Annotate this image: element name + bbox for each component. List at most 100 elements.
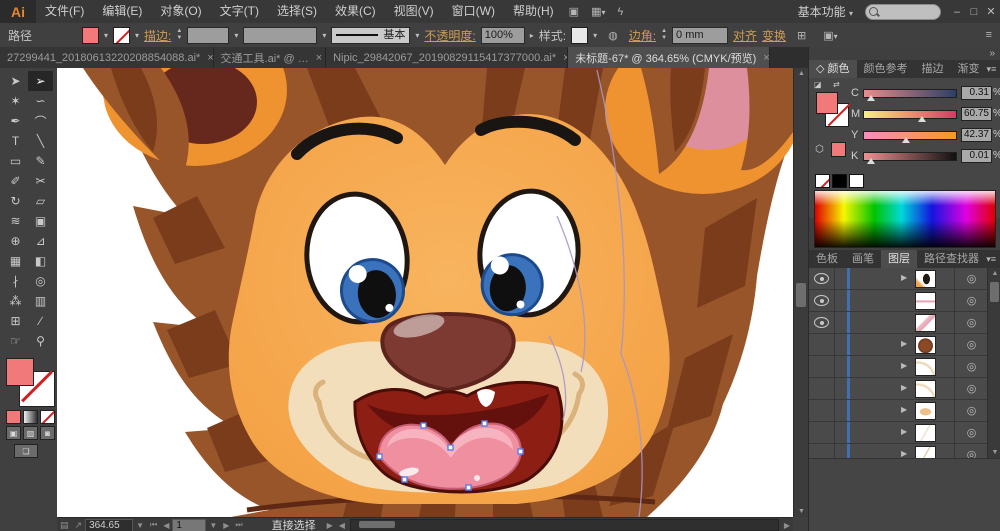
constrain-proportions-icon[interactable]: ⊞ (791, 29, 812, 42)
slider-track[interactable] (863, 131, 957, 140)
mesh-tool[interactable]: ▦ (3, 251, 28, 271)
pencil-tool[interactable]: ✐ (3, 171, 28, 191)
profile-caret[interactable]: ▾ (322, 31, 326, 40)
scissors-tool[interactable]: ✂ (28, 171, 53, 191)
arrange-documents-icon[interactable]: ▦▾ (585, 5, 611, 18)
type-tool[interactable]: T (3, 131, 28, 151)
visibility-toggle[interactable] (809, 268, 835, 289)
color-tab-3[interactable]: 描边 (915, 60, 951, 78)
scroll-up-icon[interactable]: ▲ (794, 70, 809, 77)
panel-tab-3[interactable]: 图层 (881, 250, 917, 268)
layer-row[interactable]: ◎ (809, 290, 987, 312)
draw-normal-button[interactable]: ▣ (6, 426, 21, 440)
layer-thumbnail[interactable] (915, 336, 936, 354)
layer-row[interactable]: ▶◎ (809, 422, 987, 444)
artboard-number-field[interactable]: 1 (172, 519, 206, 531)
horizontal-scrollbar[interactable] (350, 519, 779, 531)
visibility-toggle[interactable] (809, 334, 835, 355)
artboard-canvas[interactable] (57, 68, 793, 517)
layer-target-icon[interactable]: ◎ (954, 312, 988, 333)
none-mode-button[interactable] (40, 410, 55, 424)
layer-target-icon[interactable]: ◎ (954, 400, 988, 421)
zoom-level-field[interactable]: 364.65 (85, 519, 133, 531)
direct-selection-tool[interactable]: ➢ (28, 71, 53, 91)
fill-color-swatch[interactable] (82, 27, 99, 44)
expand-triangle-icon[interactable]: ▶ (901, 361, 907, 370)
color-tab-1[interactable]: ◇ 颜色 (809, 60, 857, 78)
visibility-toggle[interactable] (809, 290, 835, 311)
layer-thumbnail[interactable] (915, 358, 936, 376)
layer-thumbnail[interactable] (915, 380, 936, 398)
document-tab[interactable]: 27299441_20180613220208854088.ai*× (0, 47, 214, 68)
restore-button[interactable]: □ (966, 6, 982, 18)
hand-tool[interactable]: ☞ (3, 331, 28, 351)
visibility-toggle[interactable] (809, 312, 835, 333)
channel-value-field[interactable]: 0.31 (961, 86, 992, 100)
selection-tool[interactable]: ➤ (3, 71, 28, 91)
rectangle-tool[interactable]: ▭ (3, 151, 28, 171)
fill-swatch[interactable] (6, 358, 34, 386)
menu-item[interactable]: 窗口(W) (443, 0, 504, 23)
next-artboard-icon[interactable]: ▶ (220, 521, 232, 530)
rotate-tool[interactable]: ↻ (3, 191, 28, 211)
layer-target-icon[interactable]: ◎ (954, 334, 988, 355)
menu-item[interactable]: 编辑(E) (93, 0, 151, 23)
closest-web-color-swatch[interactable] (831, 142, 846, 157)
minimize-button[interactable]: – (949, 6, 965, 18)
gradient-mode-button[interactable] (23, 410, 38, 424)
slice-tool[interactable]: ∕ (28, 311, 53, 331)
stroke-panel-link[interactable]: 描边: (144, 27, 171, 44)
layer-row[interactable]: ▶◎ (809, 356, 987, 378)
document-tab[interactable]: 交通工具.ai* @ …× (214, 47, 327, 68)
line-segment-tool[interactable]: ╲ (28, 131, 53, 151)
color-tab-2[interactable]: 颜色参考 (857, 60, 915, 78)
variable-width-profile[interactable] (243, 27, 317, 44)
stroke-color-swatch[interactable] (113, 27, 130, 44)
expand-triangle-icon[interactable]: ▶ (901, 273, 907, 282)
stroke-weight-field[interactable] (187, 27, 229, 44)
channel-value-field[interactable]: 42.37 (961, 128, 992, 142)
slider-track[interactable] (863, 89, 957, 98)
status-grid-icon[interactable]: ▤ (57, 520, 72, 531)
panel-menu-icon[interactable]: ▾≡ (987, 60, 1000, 78)
workspace-switcher[interactable]: 基本功能 ▾ (798, 3, 853, 20)
style-caret[interactable]: ▾ (593, 31, 597, 40)
document-tab[interactable]: Nipic_29842067_20190829115417377000.ai*× (326, 47, 568, 68)
color-mode-button[interactable] (6, 410, 21, 424)
opacity-link[interactable]: 不透明度: (424, 27, 475, 44)
vscroll-thumb[interactable] (796, 283, 806, 307)
swap-colors-icon[interactable]: ⇄ (833, 80, 840, 89)
lion-mouth[interactable] (355, 382, 562, 492)
color-panel-fill-swatch[interactable] (816, 92, 838, 114)
channel-value-field[interactable]: 60.75 (961, 107, 992, 121)
column-graph-tool[interactable]: ▥ (28, 291, 53, 311)
draw-inside-button[interactable]: ◙ (40, 426, 55, 440)
layer-thumbnail[interactable] (915, 270, 936, 288)
pen-tool[interactable]: ✒ (3, 111, 28, 131)
slider-handle[interactable] (867, 158, 875, 164)
corner-link[interactable]: 边角: (629, 27, 656, 44)
first-artboard-icon[interactable]: ⏮ (147, 520, 160, 530)
isolate-selection-icon[interactable]: ▣▾ (817, 29, 843, 42)
menu-item[interactable]: 对象(O) (151, 0, 210, 23)
layers-scrollbar[interactable]: ▲ ▼ (987, 268, 1000, 458)
align-link[interactable]: 对齐 (733, 27, 757, 44)
color-spectrum[interactable] (814, 190, 996, 248)
transform-link[interactable]: 变换 (762, 27, 786, 44)
layer-target-icon[interactable]: ◎ (954, 356, 988, 377)
screen-mode-button[interactable]: ❏ (14, 444, 38, 458)
layer-target-icon[interactable]: ◎ (954, 268, 988, 289)
expand-triangle-icon[interactable]: ▶ (901, 339, 907, 348)
corner-stepper[interactable]: ▲▼ (661, 28, 667, 42)
recolor-artwork-icon[interactable]: ◍ (602, 29, 624, 42)
style-swatch[interactable] (571, 27, 588, 44)
hscroll-left-icon[interactable]: ◀ (336, 521, 348, 530)
document-icon[interactable]: ▣ (563, 5, 585, 18)
status-share-icon[interactable]: ↗ (72, 520, 86, 531)
expand-triangle-icon[interactable]: ▶ (901, 405, 907, 414)
free-transform-tool[interactable]: ▣ (28, 211, 53, 231)
gpu-performance-icon[interactable]: ϟ (611, 6, 629, 18)
menu-item[interactable]: 文件(F) (36, 0, 93, 23)
layer-row[interactable]: ▶◎ (809, 268, 987, 290)
artboard-caret-icon[interactable]: ▼ (206, 521, 220, 530)
